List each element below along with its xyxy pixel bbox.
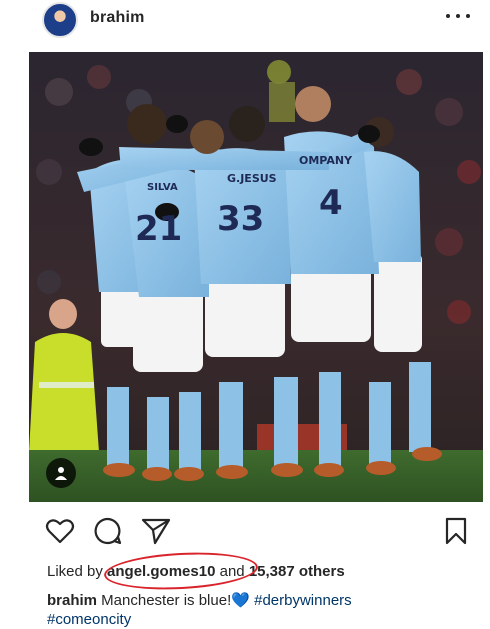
liked-by-user-link[interactable]: angel.gomes10: [107, 563, 215, 580]
bookmark-icon[interactable]: [440, 515, 472, 547]
caption-username[interactable]: brahim: [47, 592, 97, 609]
heart-icon[interactable]: [44, 515, 76, 547]
jersey-number-2: 33: [217, 199, 264, 239]
action-bar: [0, 515, 490, 551]
hashtag-derbywinners[interactable]: #derbywinners: [254, 592, 352, 609]
send-icon[interactable]: [140, 515, 172, 547]
likes-prefix: Liked by: [47, 563, 108, 580]
post-photo[interactable]: SILVA 21 G.JESUS 33 OMPANY 4: [29, 52, 483, 502]
post-caption: brahim Manchester is blue!💙 #derbywinner…: [47, 591, 467, 629]
blue-heart-emoji: 💙: [231, 592, 250, 609]
caption-text: Manchester is blue!: [97, 592, 232, 609]
jersey-name-1: SILVA: [147, 182, 178, 193]
jersey-number-1: 21: [135, 209, 182, 249]
jersey-name-3: OMPANY: [299, 154, 353, 167]
tagged-people-icon[interactable]: [46, 458, 76, 488]
more-options-icon[interactable]: [446, 6, 470, 26]
hashtag-comeoncity[interactable]: #comeoncity: [47, 611, 131, 628]
likes-count-link[interactable]: 15,387 others: [249, 563, 345, 580]
post-header: brahim: [0, 0, 490, 42]
likes-middle: and: [215, 563, 249, 580]
profile-avatar[interactable]: [42, 2, 78, 38]
jersey-name-2: G.JESUS: [227, 172, 277, 185]
comment-icon[interactable]: [92, 515, 124, 547]
post-username[interactable]: brahim: [90, 9, 145, 27]
jersey-number-3: 4: [319, 183, 343, 223]
likes-line: Liked by angel.gomes10 and 15,387 others: [47, 563, 345, 580]
celebration-photo: SILVA 21 G.JESUS 33 OMPANY 4: [29, 52, 483, 502]
